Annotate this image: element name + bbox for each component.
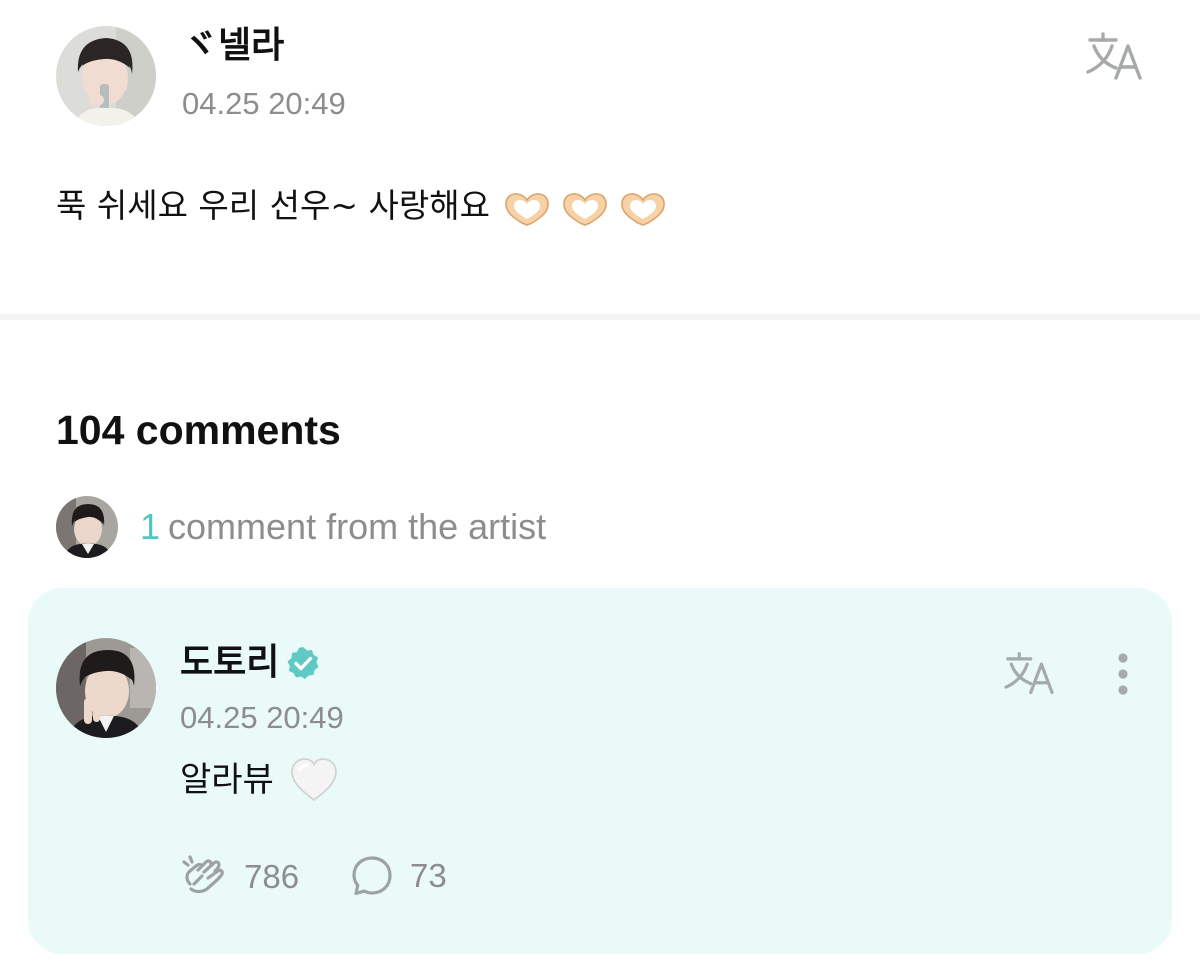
post-author-name[interactable]: ヾ넬라 — [182, 24, 284, 68]
artist-avatar-small — [56, 496, 118, 558]
cheer-hand-icon — [182, 855, 224, 894]
reply-count: 73 — [410, 857, 447, 894]
comment-body-text: 알라뷰 — [180, 760, 274, 800]
white-heart-emoji — [290, 758, 337, 802]
more-vertical-icon[interactable] — [1106, 650, 1140, 698]
comment-author-name: 도토리 — [180, 642, 280, 683]
comment-author[interactable]: 도토리 — [180, 640, 321, 686]
heart-hands-emoji — [563, 192, 607, 226]
translate-icon[interactable] — [1082, 30, 1146, 82]
heart-hands-emoji — [505, 192, 549, 226]
comment-translate-icon[interactable] — [1000, 650, 1058, 696]
section-divider — [0, 314, 1200, 320]
heart-hands-emoji — [621, 192, 665, 226]
post-timestamp: 04.25 20:49 — [182, 86, 346, 121]
post-body-text: 푹 쉬세요 우리 선우~ 사랑해요 — [56, 186, 490, 225]
like-count: 786 — [244, 858, 300, 895]
post-author-avatar[interactable] — [56, 26, 156, 126]
artist-comment-summary[interactable]: 1 comment from the artist — [140, 504, 546, 550]
speech-bubble-icon — [352, 856, 392, 896]
reply-button[interactable]: 73 — [350, 854, 447, 898]
artist-comment-label: comment from the artist — [168, 506, 547, 547]
comment-author-avatar[interactable] — [56, 638, 156, 738]
comments-count-heading: 104 comments — [56, 407, 341, 453]
verified-badge-icon — [287, 647, 319, 679]
comment-timestamp: 04.25 20:49 — [180, 700, 344, 735]
post-detail-page: ヾ넬라 04.25 20:49 푹 쉬세요 우리 선우~ 사랑해요 104 co… — [0, 0, 1200, 972]
comment-body: 알라뷰 — [180, 754, 340, 806]
artist-comment-count: 1 — [140, 506, 161, 547]
heart-hands-emoji-group — [502, 190, 668, 226]
like-button[interactable]: 786 — [180, 854, 299, 900]
post-body: 푹 쉬세요 우리 선우~ 사랑해요 — [56, 182, 668, 230]
